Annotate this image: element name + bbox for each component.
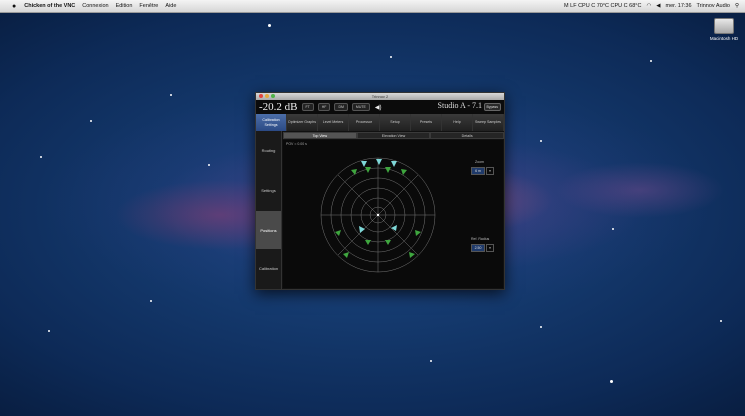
desktop-disk-item[interactable]: Macintosh HD xyxy=(704,18,744,41)
subtab-details[interactable]: Details xyxy=(430,132,505,139)
spotlight-icon[interactable]: ⚲ xyxy=(735,3,739,9)
speaker-icon[interactable] xyxy=(401,169,407,175)
bypass-button[interactable]: Bypass xyxy=(483,103,501,111)
window-title: Trinnov 2 xyxy=(371,94,389,99)
speaker-icon[interactable] xyxy=(391,161,397,167)
sidebar: Routing Settings Positions Calibration xyxy=(256,131,282,289)
desktop-background: ● Chicken of the VNC Connexion Edition F… xyxy=(0,0,745,416)
toolbar-button-1[interactable]: FT xyxy=(301,103,314,111)
tab-processor[interactable]: Processor xyxy=(349,114,380,131)
menu-app-name[interactable]: Chicken of the VNC xyxy=(24,3,75,9)
toolbar-button-3[interactable]: DM xyxy=(334,103,348,111)
toolbar-button-mute[interactable]: MUTE xyxy=(351,103,370,111)
position-readout: POV = 0.00 s xyxy=(286,142,307,146)
star xyxy=(540,326,542,328)
speaker-icon[interactable] xyxy=(376,159,382,165)
tab-help[interactable]: Help xyxy=(442,114,473,131)
tab-sweep-samples[interactable]: Sweep Samples xyxy=(473,114,504,131)
volume-icon[interactable]: ◀ xyxy=(656,3,660,9)
menu-user[interactable]: Trinnov Audio xyxy=(697,3,730,9)
star xyxy=(390,56,392,58)
speaker-icon[interactable] xyxy=(409,252,415,258)
speaker-icon[interactable] xyxy=(351,169,357,175)
star xyxy=(540,140,542,142)
zoom-stepper[interactable]: ▾ xyxy=(486,167,494,175)
speaker-icon[interactable] xyxy=(365,167,371,173)
menu-aide[interactable]: Aide xyxy=(165,3,176,9)
main-tabs: Calibration Settings Optimizer Graphs Le… xyxy=(256,114,504,131)
speaker-icon[interactable] xyxy=(359,226,365,233)
star xyxy=(650,60,652,62)
star xyxy=(40,156,42,158)
trinnov-window: Trinnov 2 -20.2 dB FT HF DM MUTE ◀) Stud… xyxy=(255,92,505,290)
speaker-icon[interactable] xyxy=(335,230,341,236)
sidebar-item-positions[interactable]: Positions xyxy=(256,211,281,249)
speaker-icon[interactable] xyxy=(391,225,397,231)
star xyxy=(720,320,722,322)
disk-label: Macintosh HD xyxy=(709,36,739,41)
star xyxy=(170,94,172,96)
tab-setup[interactable]: Setup xyxy=(380,114,411,131)
tab-calibration-settings[interactable]: Calibration Settings xyxy=(256,114,287,131)
star xyxy=(90,120,92,122)
speaker-icon[interactable]: ◀) xyxy=(375,104,382,111)
window-body: Routing Settings Positions Calibration T… xyxy=(256,131,505,289)
window-titlebar[interactable]: Trinnov 2 xyxy=(256,93,504,100)
menu-clock[interactable]: mer. 17:36 xyxy=(666,3,692,9)
listener-center xyxy=(376,213,380,217)
speaker-icon[interactable] xyxy=(361,161,367,167)
tab-level-meters[interactable]: Level Meters xyxy=(318,114,349,131)
ref-radius-field[interactable]: 2.50 xyxy=(471,244,485,252)
speaker-icon[interactable] xyxy=(385,240,391,245)
star xyxy=(610,380,613,383)
zoom-label: Zoom xyxy=(475,160,484,164)
subtab-top-view[interactable]: Top View xyxy=(283,132,357,139)
star xyxy=(48,330,50,332)
apple-menu-icon[interactable]: ● xyxy=(12,3,16,10)
star xyxy=(208,164,210,166)
tab-optimizer-graphs[interactable]: Optimizer Graphs xyxy=(287,114,318,131)
menu-fenetre[interactable]: Fenêtre xyxy=(139,3,158,9)
wifi-icon[interactable]: ◠ xyxy=(646,3,651,9)
top-view-panel: POV = 0.00 s Zoom 6 m ▾ Ref. Radius 2.50… xyxy=(283,140,503,288)
toolbar-button-2[interactable]: HF xyxy=(317,103,331,111)
ref-radius-label: Ref. Radius xyxy=(471,237,490,241)
star xyxy=(268,24,271,27)
menu-edition[interactable]: Edition xyxy=(116,3,133,9)
speaker-icon[interactable] xyxy=(415,230,421,236)
view-subtabs: Top View Elevation View Details xyxy=(283,132,505,139)
hard-disk-icon[interactable] xyxy=(714,18,734,34)
sidebar-item-routing[interactable]: Routing xyxy=(256,131,281,169)
speaker-radar-plot[interactable] xyxy=(315,148,441,282)
menu-bar: ● Chicken of the VNC Connexion Edition F… xyxy=(0,0,745,13)
ref-radius-stepper[interactable]: ▾ xyxy=(486,244,494,252)
star xyxy=(430,360,432,362)
speaker-icon[interactable] xyxy=(343,252,349,258)
sidebar-item-calibration[interactable]: Calibration xyxy=(256,249,281,287)
tab-presets[interactable]: Presets xyxy=(411,114,442,131)
speaker-icon[interactable] xyxy=(385,167,391,173)
level-bar: -20.2 dB FT HF DM MUTE ◀) Studio A - 7.1… xyxy=(256,100,504,114)
sidebar-item-settings[interactable]: Settings xyxy=(256,171,281,209)
menu-connexion[interactable]: Connexion xyxy=(82,3,108,9)
menu-status-area: M LF CPU C 70°C CPU C 68°C ◠ ◀ mer. 17:3… xyxy=(564,0,739,12)
zoom-field[interactable]: 6 m xyxy=(471,167,485,175)
subtab-elevation-view[interactable]: Elevation View xyxy=(356,132,431,139)
star xyxy=(612,228,614,230)
speaker-icon[interactable] xyxy=(365,240,371,245)
star xyxy=(150,300,152,302)
cpu-temperature-status[interactable]: M LF CPU C 70°C CPU C 68°C xyxy=(564,3,641,9)
preset-name: Studio A - 7.1 xyxy=(437,101,482,110)
master-level[interactable]: -20.2 dB xyxy=(259,101,298,113)
